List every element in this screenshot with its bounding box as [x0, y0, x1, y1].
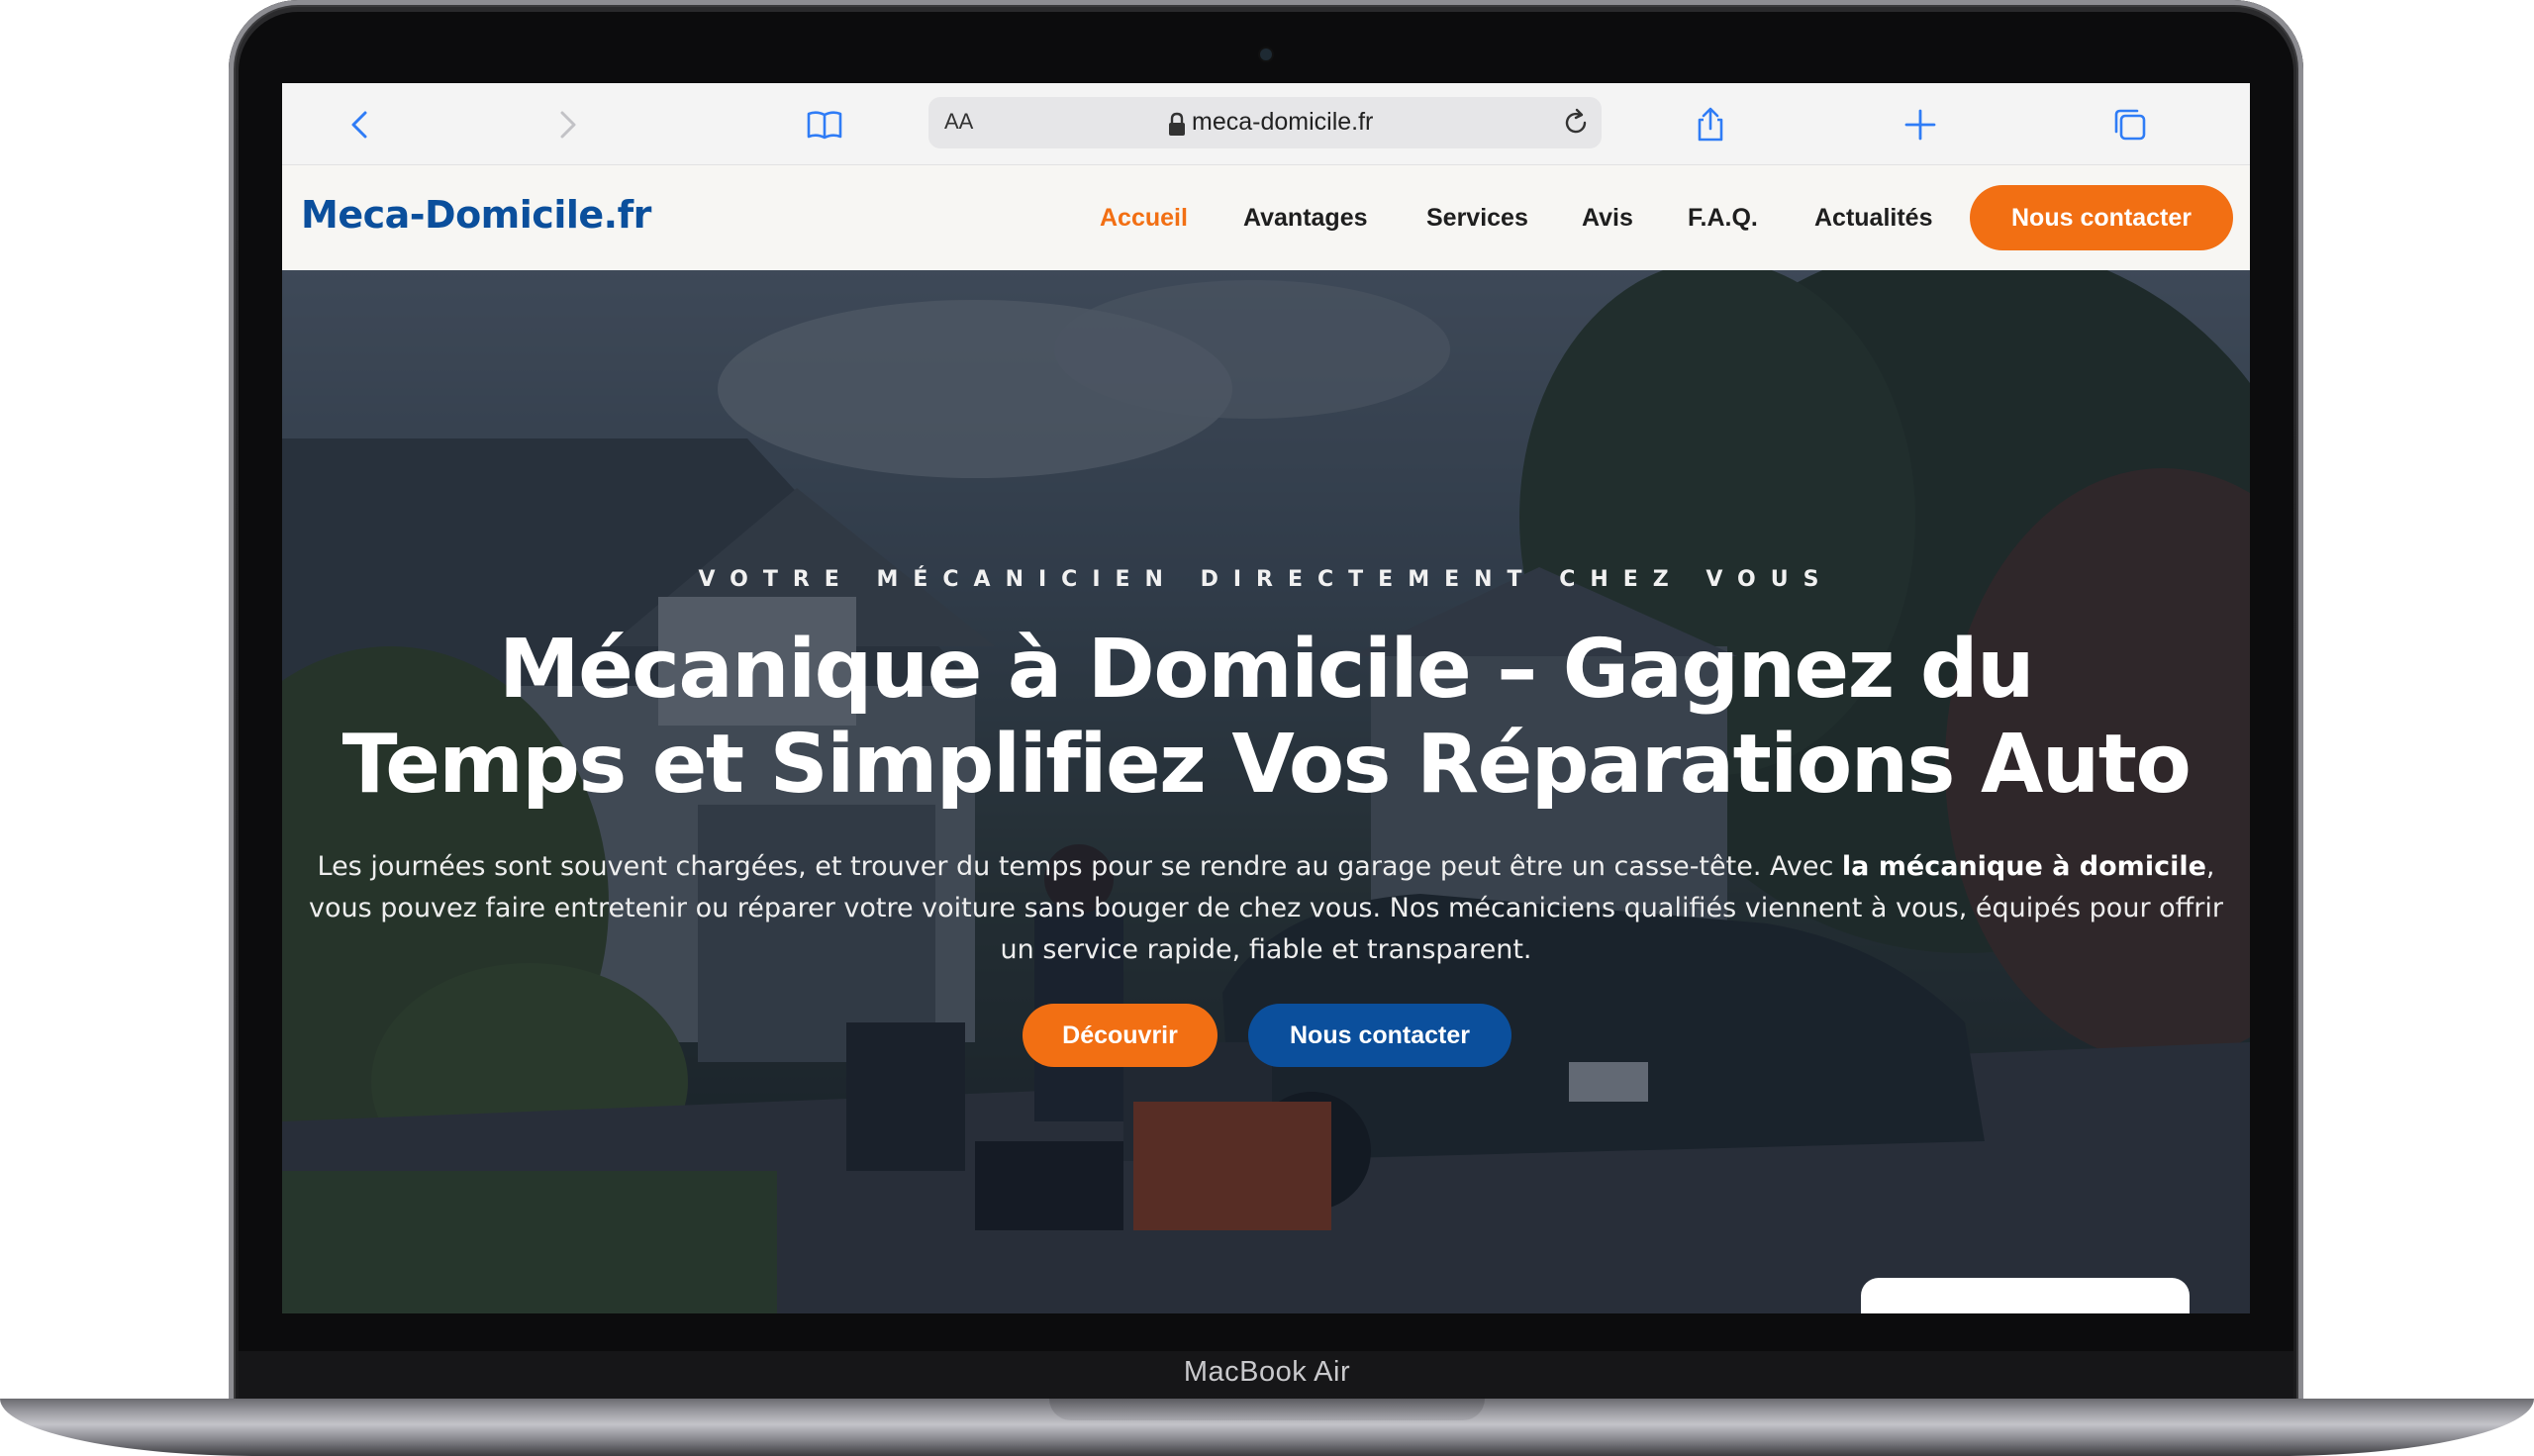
nav-item-avis[interactable]: Avis — [1582, 204, 1633, 233]
nav-item-services[interactable]: Services — [1426, 204, 1528, 233]
nav-item-actualites[interactable]: Actualités — [1814, 204, 1932, 233]
hero-eyebrow: VOTRE MÉCANICIEN DIRECTEMENT CHEZ VOUS — [698, 567, 1834, 592]
new-tab-icon[interactable] — [1899, 103, 1942, 146]
device-model-label: MacBook Air — [1183, 1356, 1351, 1388]
screen: AA meca-domicile.fr Meca-Domicile.fr Acc… — [282, 83, 2250, 1313]
floating-widget[interactable] — [1861, 1278, 2190, 1313]
hero-text-before: Les journées sont souvent chargées, et t… — [317, 851, 1842, 882]
hero-title-line1: Mécanique à Domicile – Gagnez du — [499, 623, 2034, 717]
address-bar[interactable]: AA meca-domicile.fr — [928, 97, 1602, 148]
nav-item-avantages[interactable]: Avantages — [1243, 204, 1368, 233]
camera-icon — [1260, 49, 1272, 60]
forward-icon[interactable] — [545, 103, 589, 146]
browser-toolbar: AA meca-domicile.fr — [282, 83, 2250, 165]
nav-item-faq[interactable]: F.A.Q. — [1688, 204, 1758, 233]
discover-button[interactable]: Découvrir — [1023, 1004, 1218, 1067]
bookmarks-icon[interactable] — [803, 103, 846, 146]
header-contact-button[interactable]: Nous contacter — [1970, 185, 2233, 250]
hero-section: VOTRE MÉCANICIEN DIRECTEMENT CHEZ VOUS M… — [282, 270, 2250, 1313]
nav-item-accueil[interactable]: Accueil — [1100, 204, 1188, 233]
reader-button[interactable]: AA — [944, 109, 973, 135]
url-text: meca-domicile.fr — [1192, 108, 1374, 136]
lock-icon — [1169, 112, 1185, 136]
back-icon[interactable] — [339, 103, 382, 146]
hero-description: Les journées sont souvent chargées, et t… — [306, 846, 2226, 971]
reload-icon[interactable] — [1558, 105, 1594, 141]
hero-text-bold: la mécanique à domicile — [1841, 851, 2206, 882]
share-icon[interactable] — [1689, 103, 1732, 146]
tabs-icon[interactable] — [2108, 103, 2152, 146]
site-logo[interactable]: Meca-Domicile.fr — [301, 193, 651, 237]
laptop-hinge-notch — [1049, 1399, 1485, 1420]
hero-title: Mécanique à Domicile – Gagnez du Temps e… — [282, 623, 2250, 813]
hero-title-line2: Temps et Simplifiez Vos Réparations Auto — [341, 718, 2192, 812]
site-header: Meca-Domicile.fr Accueil Avantages Servi… — [282, 165, 2250, 270]
hero-contact-button[interactable]: Nous contacter — [1248, 1004, 1511, 1067]
